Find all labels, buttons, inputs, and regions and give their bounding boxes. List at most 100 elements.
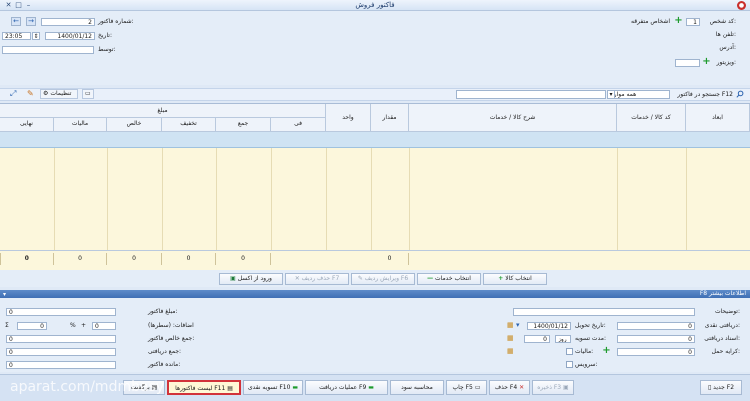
import-excel-button[interactable]: ▣ ورود از اکسل: [219, 273, 283, 285]
cash-settle-label: تسویه نقدی F10: [247, 384, 291, 391]
window-title: فاکتور فروش: [355, 1, 395, 9]
search-label: جستجو در فاکتور F12: [677, 91, 733, 98]
excel-icon: ▣: [230, 275, 236, 282]
print-button[interactable]: چاپ F5 ▭: [446, 380, 487, 395]
date-input[interactable]: 1400/01/12: [45, 32, 95, 40]
grid-line: [107, 148, 108, 250]
total-net: 0: [54, 253, 107, 265]
delete-row-label: حذف ردیف F7: [301, 275, 340, 282]
delivery-date-input[interactable]: 1400/01/12: [527, 322, 571, 330]
col-header-discount: تخفیف: [162, 118, 216, 132]
invoice-amount-value: 0: [6, 308, 116, 316]
grid-line: [326, 148, 327, 250]
tax-checkbox[interactable]: [566, 348, 573, 355]
cash-input[interactable]: 0: [617, 322, 695, 330]
minus-icon: —: [427, 275, 434, 282]
delivery-date-label: تاریخ تحویل:: [575, 322, 606, 329]
total-final: [0, 253, 1, 265]
add-transport-icon[interactable]: +: [602, 346, 611, 356]
col-header-code: کد کالا / خدمات: [617, 104, 686, 132]
received-total-label: جمع دریافتی:: [148, 348, 182, 355]
search-input[interactable]: [456, 90, 606, 99]
additions-label: اضافات: (سطرها): [148, 322, 194, 329]
description-label: توضیحات:: [714, 308, 740, 315]
additions-value: 0: [92, 322, 116, 330]
percent-sign: %: [70, 322, 76, 329]
settings-button[interactable]: ⚙ تنظیمات: [40, 89, 78, 99]
search-filter-select[interactable]: همه موارد: [608, 90, 670, 99]
time-input[interactable]: 23:05: [2, 32, 31, 40]
term-input[interactable]: 0: [524, 335, 550, 343]
description-input[interactable]: [513, 308, 695, 316]
chevron-down-icon[interactable]: ▾: [607, 90, 615, 99]
save-button[interactable]: ذخیره F3 ▣: [532, 380, 574, 395]
grid-line: [271, 148, 272, 250]
add-person-icon[interactable]: +: [674, 16, 683, 26]
calendar-icon[interactable]: ▦: [507, 347, 514, 355]
phone-label: تلفن ها:: [715, 31, 736, 38]
by-input[interactable]: [2, 46, 94, 54]
date-label: تاریخ:: [98, 32, 112, 39]
expand-icon[interactable]: ⤢: [10, 90, 19, 99]
grid-line: [617, 148, 618, 250]
net-total-label: جمع خالص فاکتور:: [148, 335, 195, 342]
cash-icon: ▬: [292, 384, 299, 391]
invoice-amount-label: مبلغ فاکتور:: [148, 308, 178, 315]
select-services-label: انتخاب خدمات: [434, 275, 471, 282]
invoice-list-button[interactable]: لیست فاکتورها F11 ▤: [167, 380, 241, 395]
plus-sign: +: [81, 322, 87, 329]
time-spinner-icon[interactable]: ⇕: [32, 32, 40, 40]
calendar-icon[interactable]: ▦: [507, 321, 514, 329]
print-label: چاپ F5: [452, 384, 473, 391]
invoice-number-input[interactable]: 2: [41, 18, 95, 26]
select-goods-button[interactable]: + انتخاب کالا: [483, 273, 547, 285]
transport-input[interactable]: 0: [617, 348, 695, 356]
person-code-input[interactable]: 1: [686, 18, 700, 26]
collapse-icon[interactable]: ▾: [3, 291, 6, 298]
delete-icon: ✕: [294, 275, 300, 282]
table-row[interactable]: [0, 132, 750, 148]
person-name: اشخاص متفرقه: [630, 18, 670, 25]
next-invoice-icon[interactable]: →: [26, 17, 36, 26]
dropdown-icon[interactable]: ▾: [516, 321, 520, 329]
service-checkbox[interactable]: [566, 361, 573, 368]
cash-label: دریافتی نقدی:: [704, 322, 740, 329]
grid-line: [371, 148, 372, 250]
total-sum: 0: [162, 253, 216, 265]
profit-button[interactable]: محاسبه سود: [390, 380, 444, 395]
palette-icon[interactable]: ✎: [27, 90, 36, 99]
more-info-header[interactable]: F8 اطلاعات بیشتر: [0, 290, 750, 298]
service-label: سرویس:: [575, 361, 598, 368]
profit-label: محاسبه سود: [401, 384, 433, 391]
settings-label: تنظیمات: [50, 90, 72, 97]
remaining-label: مانده فاکتور:: [148, 361, 181, 368]
term-unit-select[interactable]: روز: [555, 335, 571, 343]
col-header-unit: واحد: [326, 104, 371, 132]
additions-percent-input[interactable]: 0: [17, 322, 47, 330]
visitor-input[interactable]: [675, 59, 700, 67]
select-services-button[interactable]: — انتخاب خدمات: [417, 273, 481, 285]
grid-line: [409, 148, 410, 250]
address-label: آدرس:: [719, 44, 736, 51]
transport-label: کرایه حمل:: [711, 348, 740, 355]
title-bar: ✕ □ – فاکتور فروش ●: [0, 0, 750, 11]
sigma-icon[interactable]: Σ: [5, 322, 9, 329]
search-icon[interactable]: [736, 90, 744, 98]
edit-row-button[interactable]: ✎ ویرایش ردیف F6: [351, 273, 415, 285]
edit-row-label: ویرایش ردیف F6: [364, 275, 409, 282]
term-label: مدت تسویه:: [575, 335, 606, 342]
cash-settle-button[interactable]: تسویه نقدی F10 ▬: [243, 380, 303, 395]
print-icon[interactable]: ▭: [82, 89, 94, 99]
cheque-label: اسناد دریافتی:: [704, 335, 740, 342]
new-button[interactable]: ▯ جدید F2: [700, 380, 742, 395]
receive-ops-button[interactable]: عملیات دریافت F9 ▬: [305, 380, 388, 395]
grid-line: [162, 148, 163, 250]
calendar-icon[interactable]: ▦: [507, 334, 514, 342]
gear-icon: ⚙: [43, 90, 49, 97]
delete-button[interactable]: حذف F4 ✕: [489, 380, 530, 395]
col-header-fee: فی: [271, 118, 326, 132]
delete-row-button[interactable]: ✕ حذف ردیف F7: [285, 273, 349, 285]
prev-invoice-icon[interactable]: ←: [11, 17, 21, 26]
add-visitor-icon[interactable]: +: [702, 57, 711, 67]
cheque-input[interactable]: 0: [617, 335, 695, 343]
